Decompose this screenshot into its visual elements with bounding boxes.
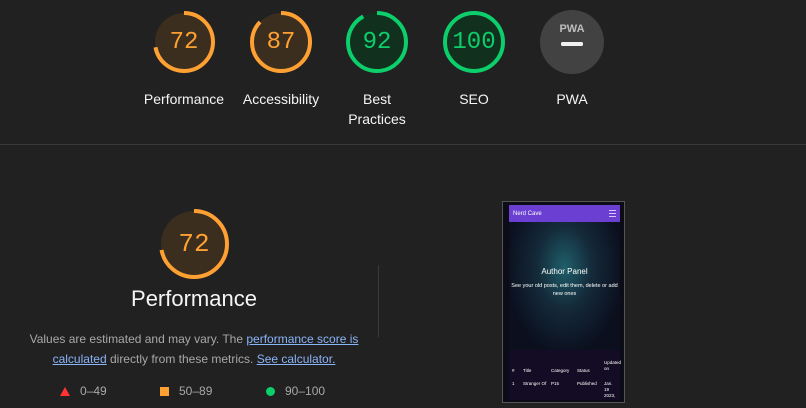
performance-title: Performance — [131, 286, 257, 311]
gauge-score: 72 — [169, 28, 199, 56]
thumb-col-header: # — [512, 368, 515, 373]
gauge-best-practices[interactable]: 92 Best Practices — [322, 9, 432, 129]
legend-range: 90–100 — [285, 384, 326, 398]
thumb-cell: 1 — [512, 381, 515, 386]
legend-item-fail: 0–49 — [60, 384, 107, 398]
gauge-seo[interactable]: 100 SEO — [419, 9, 529, 109]
pwa-badge-icon: PWA — [540, 10, 604, 74]
thumb-col-header: Category — [551, 368, 570, 373]
thumb-hero-subtitle: See your old posts, edit them, delete or… — [511, 283, 618, 297]
legend-range: 0–49 — [80, 384, 107, 398]
gauge-label: SEO — [459, 91, 489, 107]
thumb-navbar: Nerd Cave — [509, 205, 620, 222]
circle-icon — [266, 386, 275, 396]
thumb-cell: P15 — [551, 381, 560, 386]
gauge-label: PWA — [556, 91, 588, 107]
vertical-divider — [378, 265, 379, 337]
gauge-score: 92 — [362, 28, 392, 56]
legend-item-pass: 90–100 — [266, 384, 325, 398]
thumb-hero-title: Author Panel — [541, 267, 588, 276]
square-icon — [160, 386, 169, 396]
gauge-label: Performance — [143, 91, 225, 107]
performance-score: 72 — [178, 229, 210, 259]
final-screenshot-thumbnail[interactable]: Nerd Cave Author Panel See your old post… — [502, 201, 625, 403]
performance-gauge-large: 72 — [0, 206, 388, 287]
triangle-icon — [60, 386, 70, 396]
pwa-badge-text: PWA — [559, 23, 584, 35]
gauge-label: Accessibility — [242, 91, 320, 107]
thumb-cell: Published — [577, 381, 597, 386]
gauge-score: 87 — [266, 28, 296, 56]
thumb-cell: Jan. 19 2023, — [604, 381, 616, 398]
thumb-col-header: Title — [523, 368, 532, 373]
category-scores: 72 Performance 87 Accessibility 92 Best … — [0, 0, 806, 145]
section-divider — [0, 144, 806, 145]
legend-item-average: 50–89 — [160, 384, 212, 398]
gauge-label: Best Practices — [348, 91, 406, 127]
thumb-table: # Title Category Status Updated on 1 Str… — [509, 350, 622, 400]
gauge-performance[interactable]: 72 Performance — [129, 9, 239, 109]
legend-range: 50–89 — [179, 384, 213, 398]
thumb-col-header: Updated on — [604, 360, 622, 371]
desc-text: Values are estimated and may vary. The — [29, 332, 247, 346]
thumb-brand: Nerd Cave — [513, 210, 542, 217]
thumb-col-header: Status — [577, 368, 590, 373]
score-legend: 0–49 50–89 90–100 — [0, 384, 388, 402]
gauge-accessibility[interactable]: 87 Accessibility — [226, 9, 336, 109]
desc-text: directly from these metrics. — [106, 352, 257, 366]
performance-description: Values are estimated and may vary. The p… — [20, 329, 368, 369]
menu-icon — [609, 210, 616, 217]
see-calculator-link[interactable]: See calculator. — [257, 352, 336, 366]
gauge-score: 100 — [452, 28, 496, 56]
thumb-hero: Author Panel See your old posts, edit th… — [509, 222, 620, 350]
gauge-pwa[interactable]: PWA PWA — [517, 9, 627, 109]
thumb-cell: Stranger Of — [523, 381, 547, 386]
